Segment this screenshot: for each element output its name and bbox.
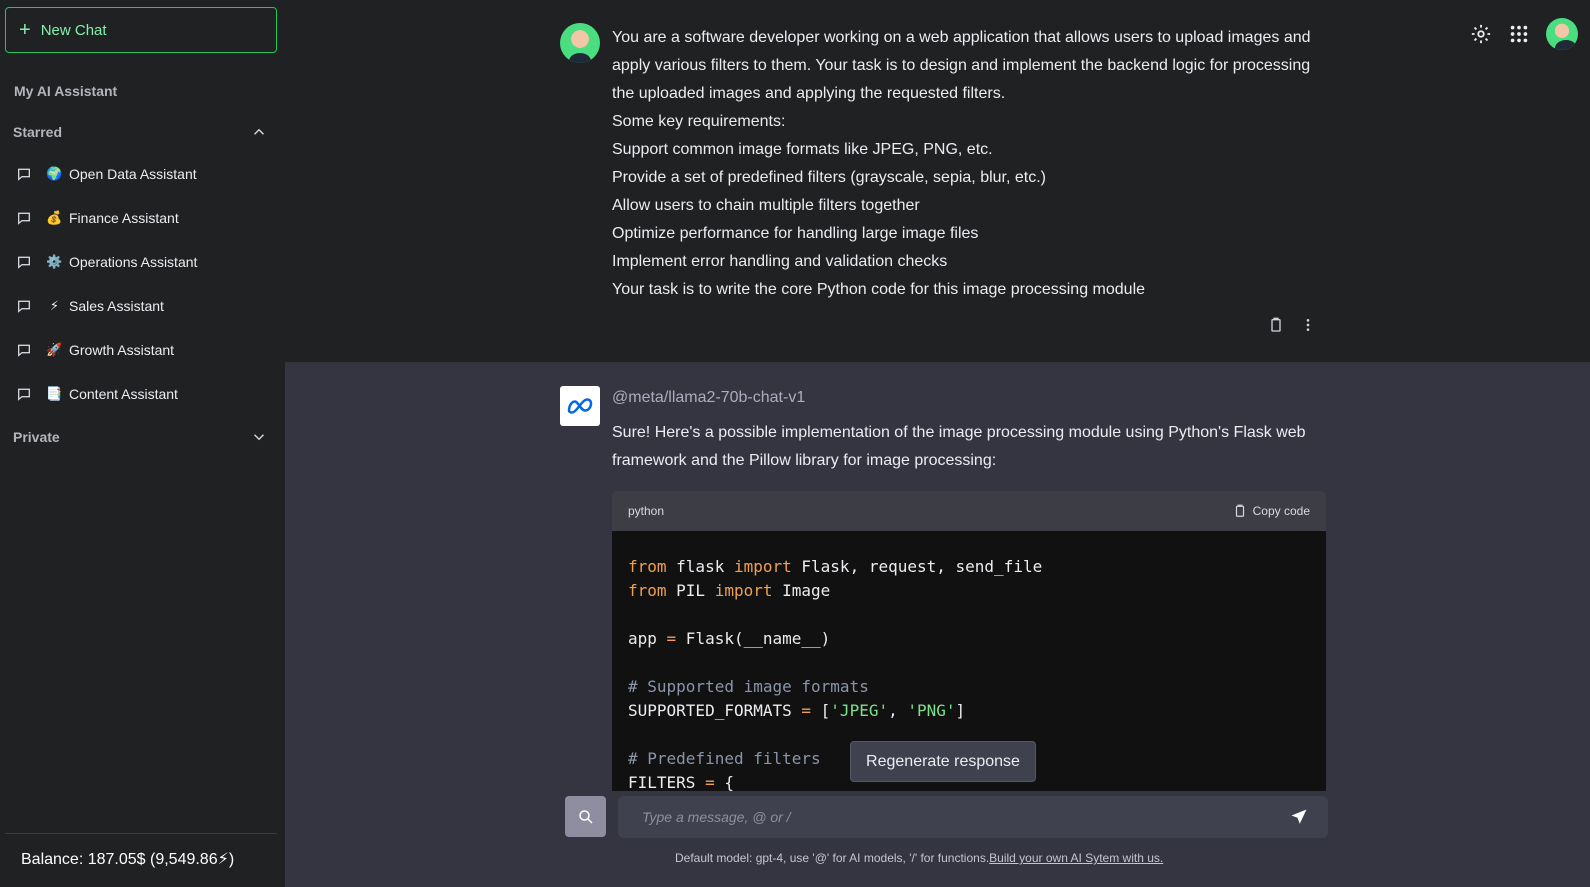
search-icon — [578, 809, 593, 824]
user-avatar — [560, 23, 600, 63]
item-emoji: 📑 — [46, 386, 63, 401]
user-message-text: You are a software developer working on … — [612, 24, 1332, 304]
regenerate-response-button[interactable]: Regenerate response — [850, 741, 1036, 782]
sidebar-heading: My AI Assistant — [14, 83, 118, 99]
new-chat-label: New Chat — [40, 21, 107, 39]
top-toolbar — [1470, 18, 1578, 50]
new-chat-button[interactable]: + New Chat — [5, 7, 277, 53]
plus-icon: + — [19, 19, 31, 41]
more-options-icon[interactable] — [1300, 317, 1316, 333]
user-message-line: Some key requirements: — [612, 113, 786, 130]
code-header: python Copy code — [612, 491, 1326, 531]
chat-bubble-icon — [18, 300, 30, 313]
copy-code-button[interactable]: Copy code — [1233, 504, 1310, 518]
chat-bubble-icon — [18, 212, 30, 225]
sidebar-item-sales-assistant[interactable]: ⚡ Sales Assistant — [14, 291, 269, 321]
item-emoji: ⚙️ — [46, 254, 63, 269]
user-message-line: Support common image formats like JPEG, … — [612, 141, 993, 158]
copy-code-label: Copy code — [1252, 504, 1310, 518]
chevron-up-icon — [253, 128, 265, 135]
model-name: @meta/llama2-70b-chat-v1 — [612, 389, 806, 406]
private-section-toggle[interactable]: Private — [13, 428, 268, 446]
chat-bubble-icon — [18, 168, 30, 181]
item-emoji: 💰 — [46, 210, 63, 225]
sidebar-item-label: Finance Assistant — [69, 210, 179, 226]
sidebar-item-operations-assistant[interactable]: ⚙️ Operations Assistant — [14, 247, 269, 277]
chat-bubble-icon — [18, 388, 30, 401]
message-actions — [1268, 317, 1316, 333]
sidebar-divider — [5, 833, 277, 834]
chat-bubble-icon — [18, 256, 30, 269]
private-label: Private — [13, 429, 60, 445]
sidebar-item-growth-assistant[interactable]: 🚀 Growth Assistant — [14, 335, 269, 365]
meta-logo-icon — [560, 386, 600, 426]
user-message-line: Your task is to write the core Python co… — [612, 281, 1146, 298]
footer-note: Default model: gpt-4, use '@' for AI mod… — [675, 851, 1163, 865]
balance-display: Balance: 187.05$ (9,549.86⚡) — [21, 851, 235, 868]
sidebar-item-content-assistant[interactable]: 📑 Content Assistant — [14, 379, 269, 409]
sidebar-item-label: Operations Assistant — [69, 254, 198, 270]
footer-note-text: Default model: gpt-4, use '@' for AI mod… — [675, 851, 990, 865]
user-message-line: Implement error handling and validation … — [612, 253, 948, 270]
clipboard-icon — [1235, 504, 1244, 517]
sidebar: + New Chat My AI Assistant Starred 🌍 Ope… — [0, 0, 285, 887]
apps-grid-icon[interactable] — [1508, 23, 1530, 45]
sidebar-item-label: Content Assistant — [69, 386, 178, 402]
chevron-down-icon — [253, 434, 265, 441]
starred-label: Starred — [13, 124, 63, 140]
sidebar-item-open-data-assistant[interactable]: 🌍 Open Data Assistant — [14, 159, 269, 189]
user-message-line: Provide a set of predefined filters (gra… — [612, 169, 1046, 186]
profile-avatar[interactable] — [1546, 18, 1578, 50]
send-icon[interactable] — [1290, 808, 1308, 826]
item-emoji: 🌍 — [46, 166, 63, 181]
item-emoji: 🚀 — [46, 342, 63, 357]
item-emoji: ⚡ — [49, 298, 60, 313]
user-message-line: Optimize performance for handling large … — [612, 225, 979, 242]
starred-section-toggle[interactable]: Starred — [13, 123, 268, 141]
build-ai-link[interactable]: Build your own AI Sytem with us. — [989, 851, 1163, 865]
user-message-line: Allow users to chain multiple filters to… — [612, 197, 920, 214]
gear-icon[interactable] — [1470, 23, 1492, 45]
sidebar-item-label: Sales Assistant — [69, 298, 164, 314]
message-input[interactable] — [618, 809, 1290, 825]
sidebar-item-label: Open Data Assistant — [69, 166, 197, 182]
user-message-line: You are a software developer working on … — [612, 29, 1311, 102]
search-button[interactable] — [565, 796, 606, 837]
code-language: python — [628, 504, 665, 518]
bot-intro-text: Sure! Here's a possible implementation o… — [612, 424, 1306, 469]
chat-bubble-icon — [18, 344, 30, 357]
sidebar-item-finance-assistant[interactable]: 💰 Finance Assistant — [14, 203, 269, 233]
message-input-wrapper — [618, 796, 1328, 838]
sidebar-item-label: Growth Assistant — [69, 342, 175, 358]
clipboard-icon[interactable] — [1268, 317, 1284, 333]
